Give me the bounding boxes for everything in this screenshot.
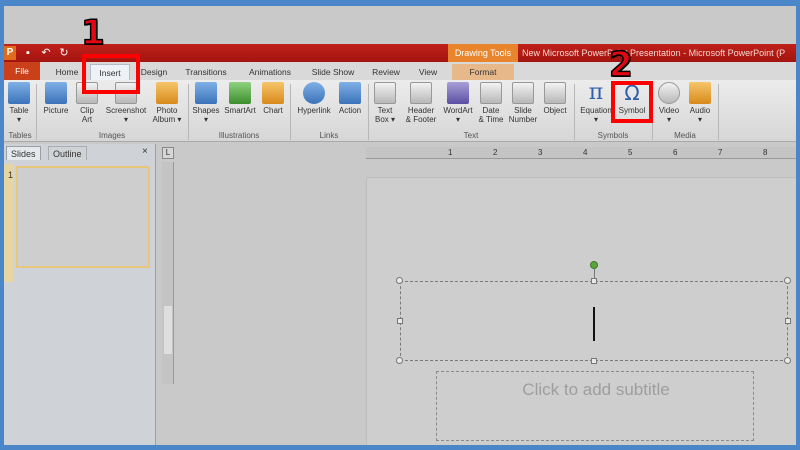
group-label-tables: Tables bbox=[8, 131, 32, 140]
ruler-number: 4 bbox=[583, 148, 588, 157]
resize-handle[interactable] bbox=[591, 358, 597, 364]
slide-thumbnail-selection bbox=[4, 164, 14, 282]
action-button[interactable]: Action bbox=[336, 82, 364, 115]
audio-icon bbox=[689, 82, 711, 104]
ruler-number: 7 bbox=[718, 148, 723, 157]
wordart-icon bbox=[447, 82, 469, 104]
redo-icon[interactable]: ↻ bbox=[58, 47, 70, 59]
object-icon bbox=[544, 82, 566, 104]
date-time-icon bbox=[480, 82, 502, 104]
tab-review[interactable]: Review bbox=[368, 64, 404, 80]
ruler-number: 5 bbox=[628, 148, 633, 157]
quick-access-toolbar: P ▪ ↶ ↻ bbox=[4, 44, 70, 62]
group-label-illustrations: Illustrations bbox=[218, 131, 260, 140]
date-time-button[interactable]: Date & Time bbox=[476, 82, 506, 124]
save-icon[interactable]: ▪ bbox=[22, 47, 34, 59]
resize-handle[interactable] bbox=[396, 277, 403, 284]
slide-number-button[interactable]: Slide Number bbox=[506, 82, 540, 124]
object-button[interactable]: Object bbox=[540, 82, 570, 115]
picture-icon bbox=[45, 82, 67, 104]
text-box-icon bbox=[374, 82, 396, 104]
header-footer-button[interactable]: Header & Footer bbox=[402, 82, 440, 124]
hyperlink-button[interactable]: Hyperlink bbox=[294, 82, 334, 115]
callout-number-2: 2 bbox=[608, 45, 633, 85]
callout-highlight-insert bbox=[82, 54, 140, 94]
ruler-number: 8 bbox=[763, 148, 768, 157]
callout-highlight-symbol bbox=[611, 81, 653, 123]
close-icon[interactable]: × bbox=[142, 146, 148, 157]
group-label-text: Text bbox=[463, 131, 479, 140]
shapes-icon bbox=[195, 82, 217, 104]
action-icon bbox=[339, 82, 361, 104]
smartart-icon bbox=[229, 82, 251, 104]
subtitle-placeholder[interactable]: Click to add subtitle bbox=[436, 371, 754, 441]
slides-panel: Slides Outline × 1 bbox=[4, 144, 156, 445]
rotate-handle[interactable] bbox=[590, 261, 598, 269]
window-title: New Microsoft PowerPoint Presentation - … bbox=[522, 48, 786, 58]
chart-icon bbox=[262, 82, 284, 104]
audio-button[interactable]: Audio ▾ bbox=[686, 82, 714, 124]
photo-album-button[interactable]: Photo Album ▾ bbox=[150, 82, 184, 124]
slide-number-icon bbox=[512, 82, 534, 104]
equation-icon: π bbox=[588, 80, 604, 105]
tab-home[interactable]: Home bbox=[50, 64, 84, 80]
ruler-number: 6 bbox=[673, 148, 678, 157]
ruler-number: 3 bbox=[538, 148, 543, 157]
tab-design[interactable]: Design bbox=[136, 64, 172, 80]
tab-slide-show[interactable]: Slide Show bbox=[306, 64, 360, 80]
tab-format[interactable]: Format bbox=[452, 64, 514, 80]
video-button[interactable]: Video ▾ bbox=[654, 82, 684, 124]
group-label-links: Links bbox=[319, 131, 339, 140]
smartart-button[interactable]: SmartArt bbox=[222, 82, 258, 115]
text-box-button[interactable]: Text Box ▾ bbox=[372, 82, 398, 124]
text-cursor bbox=[593, 307, 595, 341]
resize-handle[interactable] bbox=[397, 318, 403, 324]
undo-icon[interactable]: ↶ bbox=[40, 47, 52, 59]
drawing-tools-context-label: Drawing Tools bbox=[448, 44, 518, 62]
vertical-ruler-margin bbox=[164, 306, 172, 354]
group-label-media: Media bbox=[674, 131, 696, 140]
resize-handle[interactable] bbox=[396, 357, 403, 364]
tab-transitions[interactable]: Transitions bbox=[180, 64, 232, 80]
shapes-button[interactable]: Shapes ▾ bbox=[190, 82, 222, 124]
hyperlink-icon bbox=[303, 82, 325, 104]
ruler-number: 2 bbox=[493, 148, 498, 157]
chart-button[interactable]: Chart bbox=[260, 82, 286, 115]
resize-handle[interactable] bbox=[784, 357, 791, 364]
tab-view[interactable]: View bbox=[414, 64, 442, 80]
equation-button[interactable]: π Equation ▾ bbox=[576, 80, 616, 125]
header-footer-icon bbox=[410, 82, 432, 104]
group-separator bbox=[718, 84, 719, 140]
table-icon bbox=[8, 82, 30, 104]
tab-selector-icon[interactable]: L bbox=[162, 147, 174, 159]
resize-handle[interactable] bbox=[784, 277, 791, 284]
wordart-button[interactable]: WordArt ▾ bbox=[440, 82, 476, 124]
tab-animations[interactable]: Animations bbox=[242, 64, 298, 80]
tab-outline[interactable]: Outline bbox=[48, 146, 87, 160]
picture-button[interactable]: Picture bbox=[40, 82, 72, 115]
tab-slides[interactable]: Slides bbox=[6, 146, 41, 160]
slide-thumbnail[interactable] bbox=[16, 166, 150, 268]
powerpoint-window: P ▪ ↶ ↻ Drawing Tools New Microsoft Powe… bbox=[4, 6, 796, 445]
table-button[interactable]: Table ▾ bbox=[6, 82, 32, 124]
group-label-symbols: Symbols bbox=[597, 131, 629, 140]
powerpoint-logo-icon: P bbox=[4, 46, 16, 60]
tab-file[interactable]: File bbox=[4, 62, 40, 80]
callout-number-1: 1 bbox=[80, 13, 105, 53]
slide-number: 1 bbox=[8, 170, 14, 180]
subtitle-placeholder-text: Click to add subtitle bbox=[522, 380, 670, 399]
horizontal-ruler: 1 2 3 4 5 6 7 8 bbox=[366, 147, 796, 159]
resize-handle[interactable] bbox=[591, 278, 597, 284]
group-label-images: Images bbox=[98, 131, 126, 140]
ruler-number: 1 bbox=[448, 148, 453, 157]
resize-handle[interactable] bbox=[785, 318, 791, 324]
photo-album-icon bbox=[156, 82, 178, 104]
video-icon bbox=[658, 82, 680, 104]
